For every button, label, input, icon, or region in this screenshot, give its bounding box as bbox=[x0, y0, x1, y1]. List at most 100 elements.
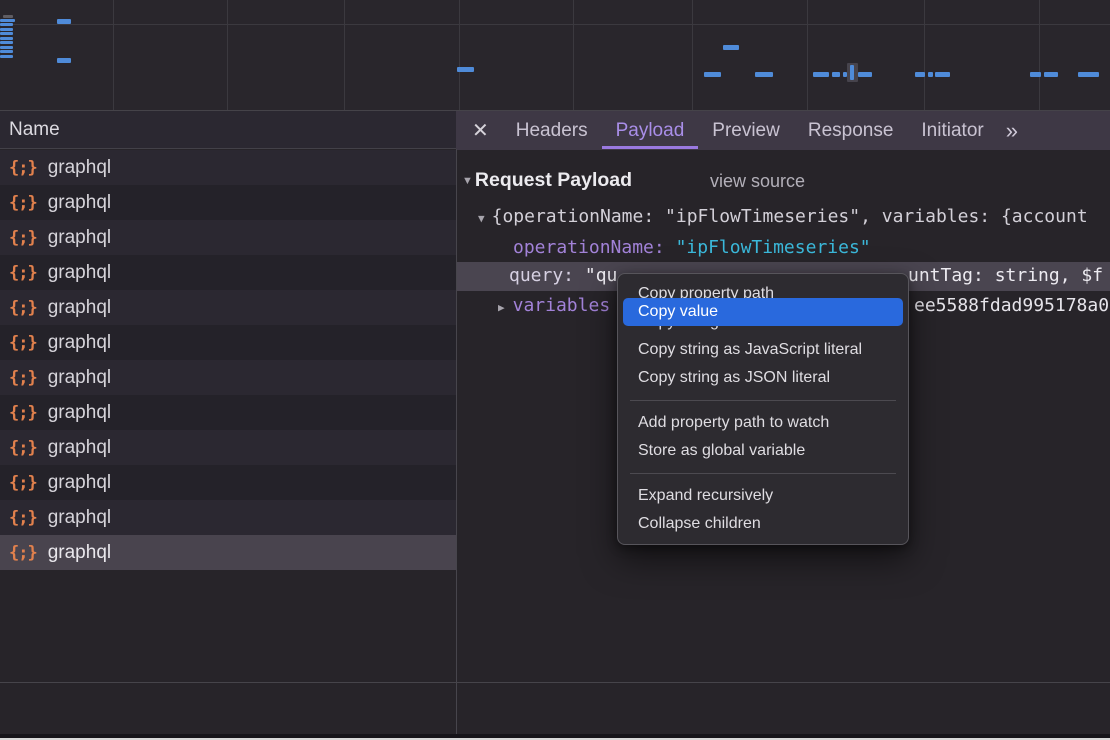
waterfall-bar bbox=[457, 67, 474, 72]
payload-preview-text: {operationName: "ipFlowTimeseries", vari… bbox=[492, 206, 1088, 227]
waterfall-bar bbox=[755, 72, 773, 77]
request-row[interactable]: {;} graphql bbox=[0, 535, 456, 570]
json-braces-icon: {;} bbox=[9, 368, 37, 388]
menu-item-expand-recursively[interactable]: Expand recursively bbox=[623, 482, 903, 510]
menu-item-collapse-children[interactable]: Collapse children bbox=[623, 510, 903, 538]
vertical-gridline bbox=[692, 0, 693, 110]
tab-payload[interactable]: Payload bbox=[602, 113, 699, 149]
vertical-gridline bbox=[344, 0, 345, 110]
vertical-gridline bbox=[807, 0, 808, 110]
request-name-label: graphql bbox=[48, 507, 111, 529]
waterfall-bar bbox=[0, 50, 13, 53]
network-overview-timeline[interactable] bbox=[0, 0, 1110, 111]
json-braces-icon: {;} bbox=[9, 193, 37, 213]
waterfall-bar bbox=[0, 28, 13, 31]
waterfall-bar bbox=[3, 15, 13, 18]
request-row[interactable]: {;} graphql bbox=[0, 360, 456, 395]
menu-item-store-as-global-variable[interactable]: Store as global variable bbox=[623, 437, 903, 465]
json-braces-icon: {;} bbox=[9, 543, 37, 563]
request-name-label: graphql bbox=[48, 332, 111, 354]
request-name-label: graphql bbox=[48, 297, 111, 319]
tab-preview[interactable]: Preview bbox=[698, 113, 794, 149]
close-icon[interactable]: ✕ bbox=[472, 118, 489, 143]
menu-separator bbox=[630, 400, 896, 401]
variables-row[interactable]: ▶ variables bbox=[498, 295, 610, 316]
waterfall-bar bbox=[935, 72, 950, 77]
json-braces-icon: {;} bbox=[9, 158, 37, 178]
payload-root-row[interactable]: ▼ {operationName: "ipFlowTimeseries", var… bbox=[478, 206, 1088, 227]
waterfall-bar bbox=[0, 19, 15, 22]
expander-down-icon[interactable]: ▼ bbox=[478, 212, 485, 225]
json-braces-icon: {;} bbox=[9, 263, 37, 283]
waterfall-bar bbox=[0, 23, 13, 26]
waterfall-bar bbox=[928, 72, 933, 77]
request-name-label: graphql bbox=[48, 192, 111, 214]
request-row[interactable]: {;} graphql bbox=[0, 185, 456, 220]
json-braces-icon: {;} bbox=[9, 298, 37, 318]
waterfall-bar bbox=[57, 19, 71, 24]
tab-initiator[interactable]: Initiator bbox=[907, 113, 997, 149]
waterfall-bar bbox=[0, 55, 13, 58]
request-name-label: graphql bbox=[48, 402, 111, 424]
more-tabs-icon[interactable]: » bbox=[1006, 118, 1016, 144]
menu-separator bbox=[630, 473, 896, 474]
vertical-gridline bbox=[573, 0, 574, 110]
waterfall-bar bbox=[57, 58, 71, 63]
expander-right-icon[interactable]: ▶ bbox=[498, 301, 505, 314]
collapse-triangle-icon: ▼ bbox=[462, 175, 473, 187]
vertical-gridline bbox=[459, 0, 460, 110]
vertical-gridline bbox=[227, 0, 228, 110]
request-payload-section[interactable]: ▼ Request Payload bbox=[462, 169, 632, 192]
menu-item-copy-value[interactable]: Copy value bbox=[623, 298, 903, 326]
request-row[interactable]: {;} graphql bbox=[0, 290, 456, 325]
json-braces-icon: {;} bbox=[9, 228, 37, 248]
property-value-right: untTag: string, $f bbox=[908, 265, 1103, 286]
request-name-label: graphql bbox=[48, 437, 111, 459]
request-row[interactable]: {;}graphql bbox=[0, 255, 456, 290]
panel-divider[interactable] bbox=[456, 149, 457, 736]
variables-preview-fragment: ee5588fdad995178a0 bbox=[914, 295, 1109, 316]
tab-response[interactable]: Response bbox=[794, 113, 908, 149]
menu-item-copy-string-as-javascript-literal[interactable]: Copy string as JavaScript literal bbox=[623, 336, 903, 364]
request-row[interactable]: {;}graphql bbox=[0, 150, 456, 185]
request-row[interactable]: {;} graphql bbox=[0, 220, 456, 255]
operation-name-row[interactable]: operationName: "ipFlowTimeseries" bbox=[513, 237, 871, 258]
waterfall-bar bbox=[850, 65, 854, 80]
request-name-label: graphql bbox=[48, 367, 111, 389]
menu-item-copy-string-as-json-literal[interactable]: Copy string as JSON literal bbox=[623, 364, 903, 392]
property-key: operationName: bbox=[513, 237, 665, 258]
waterfall-bar bbox=[723, 45, 739, 50]
waterfall-bar bbox=[1044, 72, 1058, 77]
waterfall-bar bbox=[915, 72, 925, 77]
request-row[interactable]: {;} graphql bbox=[0, 500, 456, 535]
context-menu: Copy valueCopy property pathCopy string … bbox=[617, 273, 909, 545]
json-braces-icon: {;} bbox=[9, 438, 37, 458]
devtools-network-panel: Name ✕ HeadersPayloadPreviewResponseInit… bbox=[0, 0, 1110, 740]
waterfall-bar bbox=[0, 46, 13, 49]
name-column-label: Name bbox=[9, 119, 60, 141]
waterfall-bar bbox=[0, 32, 13, 35]
tabs-container: HeadersPayloadPreviewResponseInitiator bbox=[502, 111, 998, 150]
name-column-header[interactable]: Name bbox=[0, 111, 456, 149]
section-title: Request Payload bbox=[475, 169, 632, 192]
vertical-gridline bbox=[113, 0, 114, 110]
waterfall-bar bbox=[0, 41, 13, 44]
waterfall-bar bbox=[858, 72, 872, 77]
request-row[interactable]: {;}graphql bbox=[0, 325, 456, 360]
json-braces-icon: {;} bbox=[9, 508, 37, 528]
menu-item-add-property-path-to-watch[interactable]: Add property path to watch bbox=[623, 409, 903, 437]
property-key: query: bbox=[509, 265, 574, 286]
request-row[interactable]: {;} graphql bbox=[0, 395, 456, 430]
request-list: {;} graphql {;} graphql {;} graphql {;} graphql… bbox=[0, 150, 456, 570]
property-value-left: "qu bbox=[585, 265, 618, 286]
request-name-label: graphql bbox=[48, 542, 111, 564]
property-key: variables bbox=[513, 295, 611, 316]
property-value: "ipFlowTimeseries" bbox=[676, 237, 871, 258]
waterfall-bar bbox=[832, 72, 840, 77]
request-row[interactable]: {;}graphql bbox=[0, 465, 456, 500]
request-row[interactable]: {;} graphql bbox=[0, 430, 456, 465]
request-name-label: graphql bbox=[48, 227, 111, 249]
json-braces-icon: {;} bbox=[9, 403, 37, 423]
view-source-link[interactable]: view source bbox=[710, 171, 805, 192]
tab-headers[interactable]: Headers bbox=[502, 113, 602, 149]
